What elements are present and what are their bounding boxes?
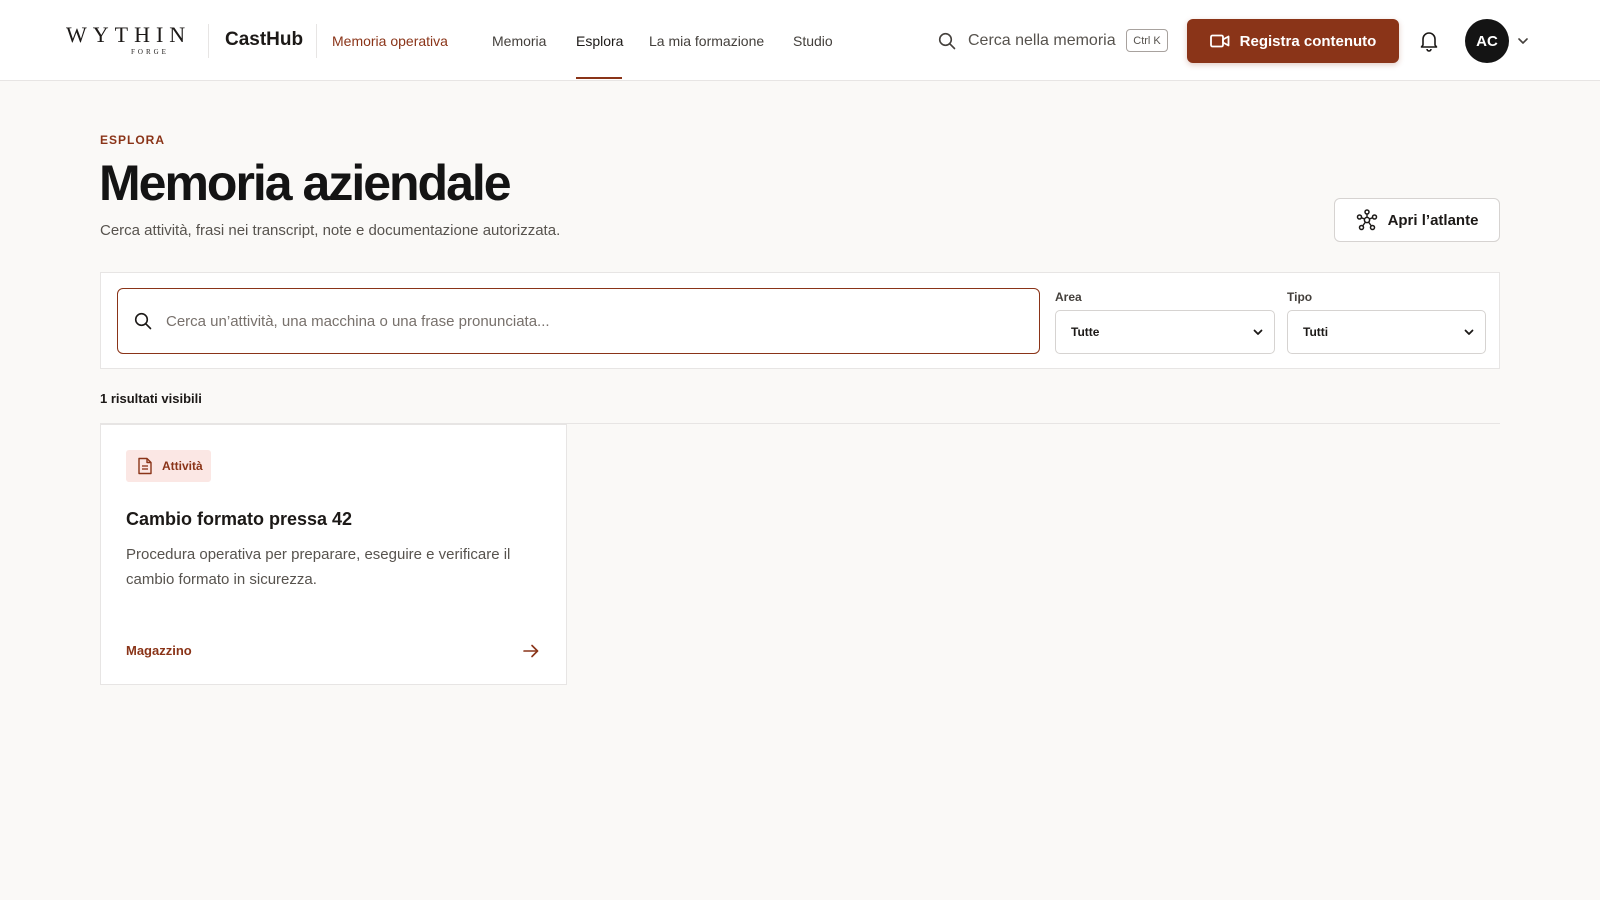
logo-wordmark: WYTHIN (66, 22, 192, 47)
record-content-label: Registra contenuto (1239, 32, 1377, 50)
network-graph-icon (1356, 209, 1378, 231)
card-title: Cambio formato pressa 42 (126, 509, 353, 529)
nav-item-memoria[interactable]: Memoria (492, 33, 546, 49)
product-tag: Memoria operativa (332, 33, 448, 49)
chevron-down-icon (1252, 326, 1264, 338)
open-atlas-label: Apri l’atlante (1387, 211, 1479, 229)
logo-subtext: FORGE (131, 48, 169, 56)
area-filter-label: Area (1055, 290, 1082, 304)
page-subtitle: Cerca attività, frasi nei transcript, no… (100, 222, 561, 239)
search-icon (938, 32, 956, 50)
type-badge: Attività (126, 450, 211, 482)
search-icon (134, 312, 152, 330)
notifications-bell-icon[interactable] (1419, 30, 1439, 52)
type-badge-label: Attività (162, 459, 203, 473)
type-filter-label: Tipo (1287, 290, 1313, 304)
memory-search-field[interactable] (117, 288, 1040, 354)
arrow-right-icon[interactable] (522, 642, 540, 660)
brand-divider (208, 24, 209, 58)
nav-item-studio[interactable]: Studio (793, 33, 833, 49)
chevron-down-icon[interactable] (1516, 34, 1530, 48)
filter-panel: Area Tutte Tipo Tutti (100, 272, 1500, 369)
active-nav-indicator (576, 77, 622, 79)
result-card[interactable]: Attività Cambio formato pressa 42 Proced… (100, 424, 567, 685)
open-atlas-button[interactable]: Apri l’atlante (1334, 198, 1500, 242)
type-filter-value: Tutti (1303, 325, 1329, 339)
page-title: Memoria aziendale (99, 155, 512, 211)
top-bar: WYTHIN FORGE CastHub Memoria operativa M… (0, 0, 1600, 81)
card-description: Procedura operativa per preparare, esegu… (126, 546, 511, 588)
section-eyebrow: ESPLORA (100, 133, 166, 147)
nav-item-la-mia-formazione[interactable]: La mia formazione (649, 33, 764, 49)
record-content-button[interactable]: Registra contenuto (1187, 19, 1399, 63)
type-filter-select[interactable]: Tutti (1287, 310, 1486, 354)
chevron-down-icon (1463, 326, 1475, 338)
area-filter-value: Tutte (1071, 325, 1100, 339)
brand-logo[interactable]: WYTHIN FORGE (66, 22, 185, 62)
nav-item-esplora[interactable]: Esplora (576, 33, 623, 49)
search-shortcut-hint: Ctrl K (1126, 29, 1168, 52)
video-camera-icon (1209, 33, 1230, 49)
memory-search-input[interactable] (166, 312, 1006, 330)
product-divider (316, 24, 317, 58)
results-count: 1 risultati visibili (100, 391, 202, 406)
product-name[interactable]: CastHub (225, 29, 303, 51)
global-search[interactable]: Cerca nella memoria (938, 28, 1116, 54)
area-filter-select[interactable]: Tutte (1055, 310, 1275, 354)
user-avatar[interactable]: AC (1465, 19, 1509, 63)
document-icon (137, 457, 153, 475)
card-area-tag: Magazzino (126, 643, 192, 658)
global-search-label: Cerca nella memoria (968, 32, 1116, 49)
